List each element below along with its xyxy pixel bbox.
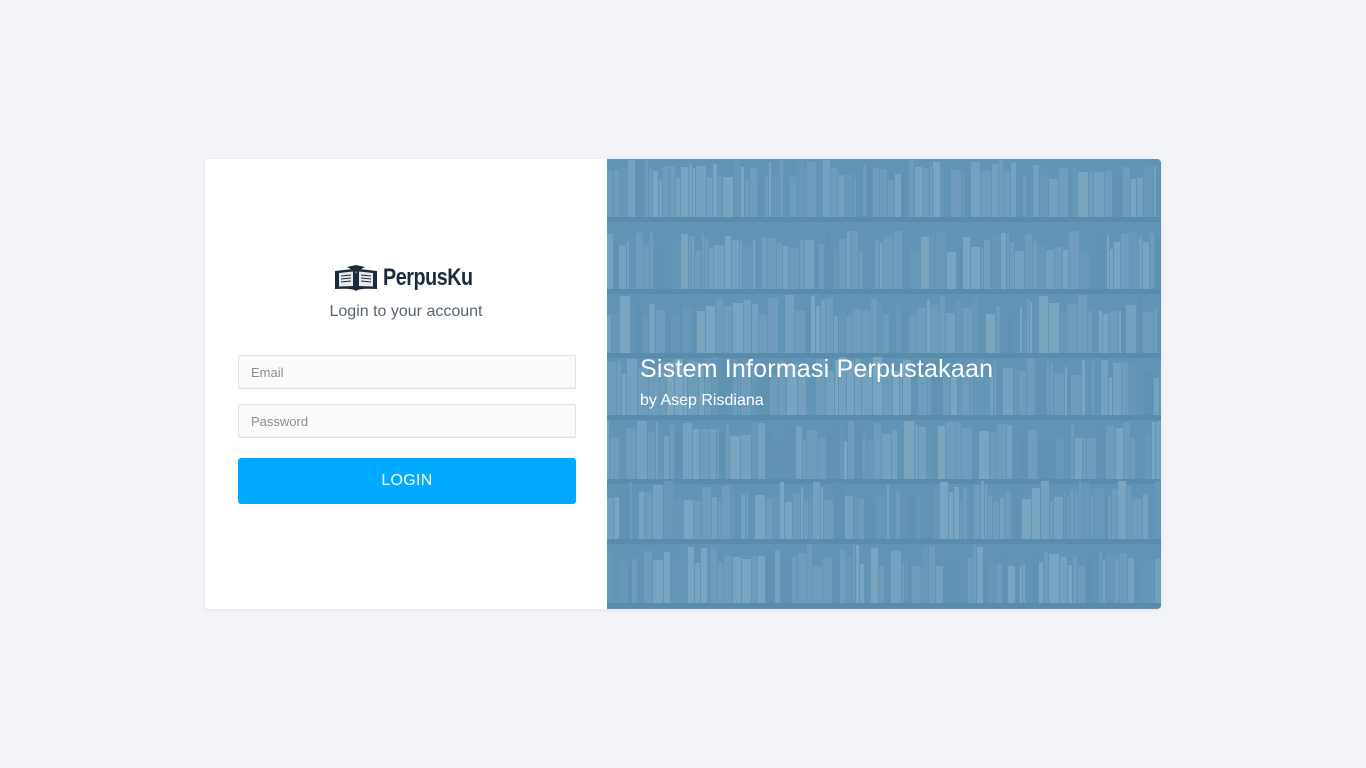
login-panel: PerpusKu Login to your account LOGIN: [205, 159, 607, 609]
hero-overlay: [607, 159, 1161, 609]
login-subtitle: Login to your account: [329, 303, 483, 320]
open-book-icon: [335, 265, 378, 291]
login-card: PerpusKu Login to your account LOGIN Sis…: [205, 159, 1161, 609]
brand-name: PerpusKu: [383, 264, 473, 291]
email-field[interactable]: [238, 355, 576, 389]
hero-panel: Sistem Informasi Perpustakaan by Asep Ri…: [607, 159, 1161, 609]
hero-title: Sistem Informasi Perpustakaan: [640, 355, 994, 383]
hero-subtitle: by Asep Risdiana: [640, 392, 764, 409]
login-button[interactable]: LOGIN: [238, 458, 576, 504]
password-field[interactable]: [238, 404, 576, 438]
brand-logo: PerpusKu: [205, 263, 607, 293]
